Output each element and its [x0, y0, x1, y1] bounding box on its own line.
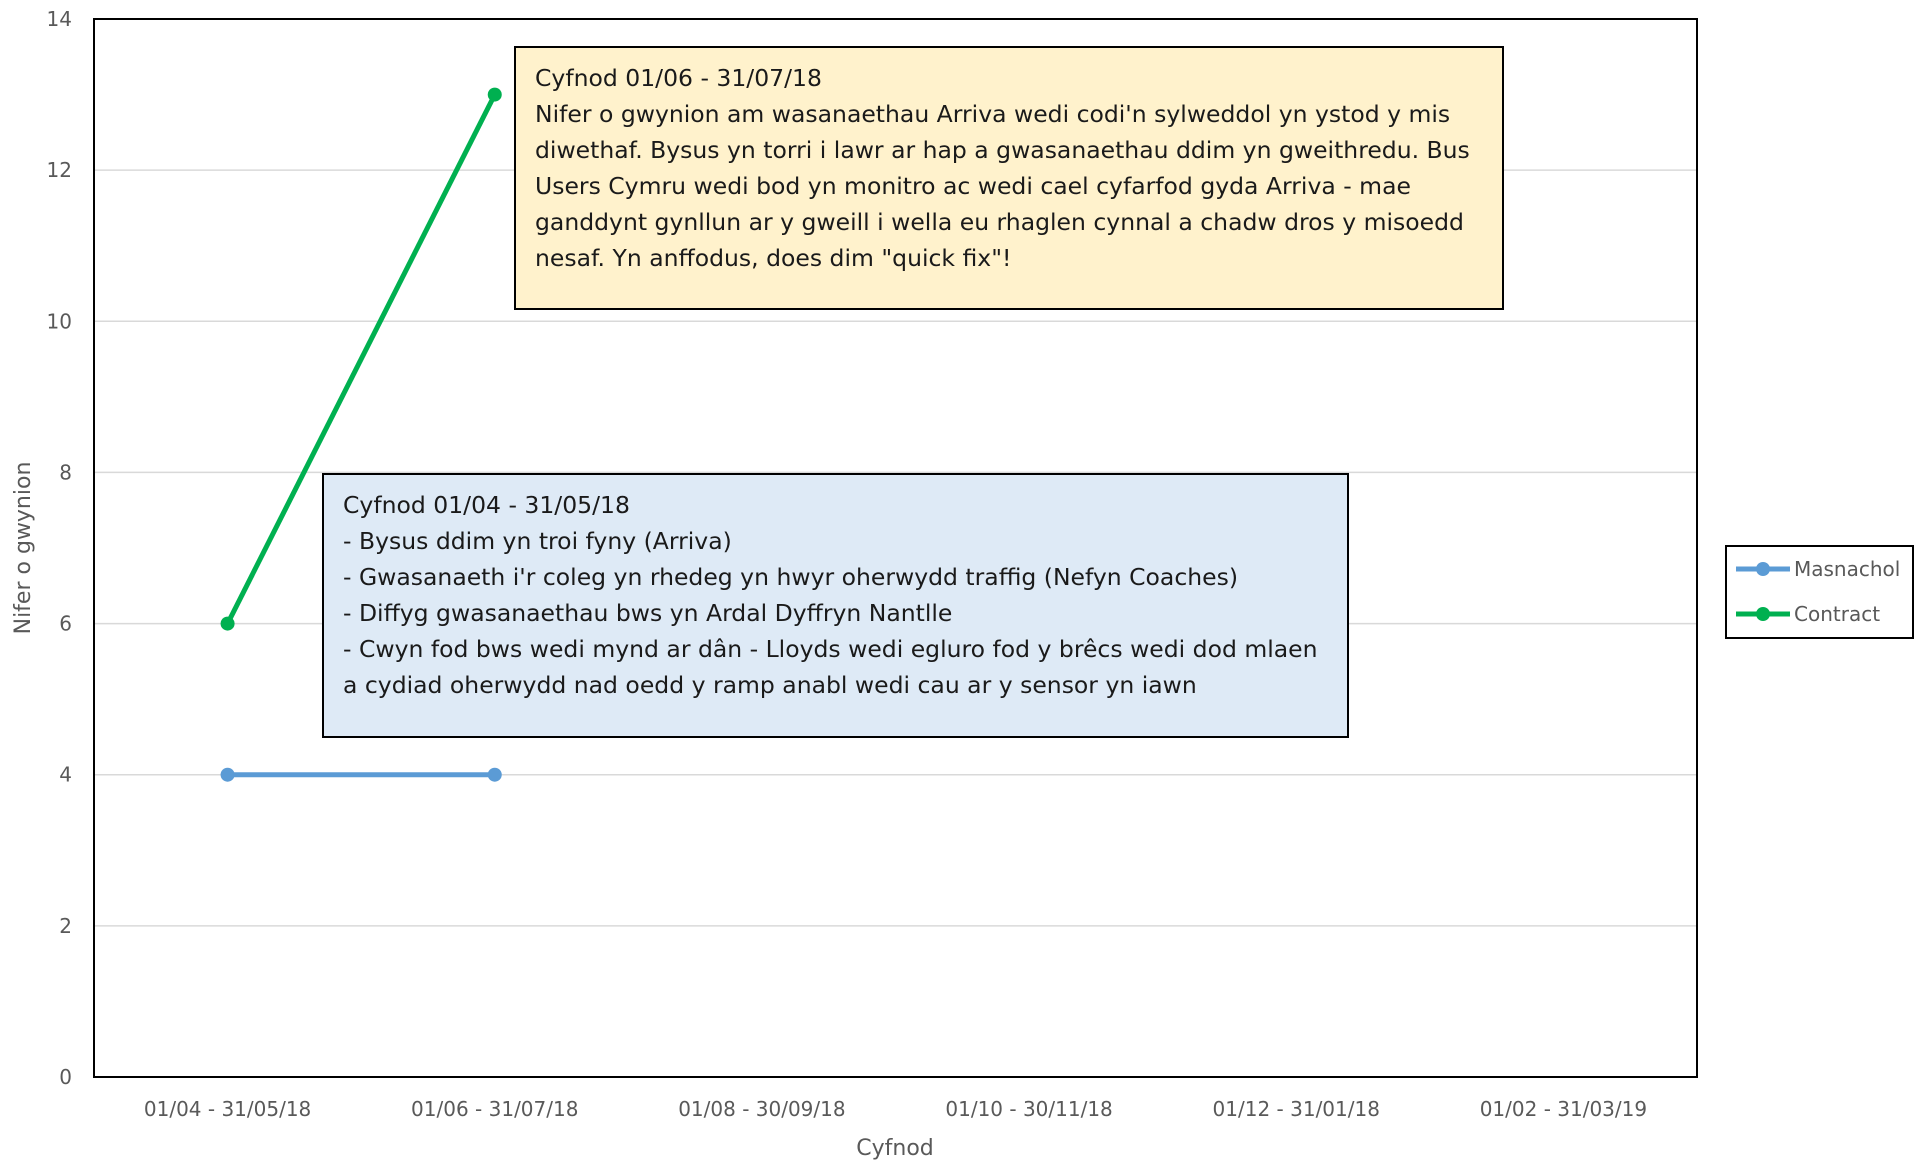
- y-tick-label: 6: [59, 612, 72, 636]
- annotation-line: nesaf. Yn anffodus, does dim "quick fix"…: [535, 244, 1012, 272]
- legend: Masnachol Contract: [1725, 545, 1914, 639]
- annotation-apr-may: Cyfnod 01/04 - 31/05/18 - Bysus ddim yn …: [322, 473, 1349, 738]
- annotation-line: a cydiad oherwydd nad oedd y ramp anabl …: [343, 671, 1197, 699]
- annotation-line: ganddynt gynllun ar y gweill i wella eu …: [535, 208, 1464, 236]
- y-tick-label: 8: [59, 460, 72, 484]
- y-tick-label: 0: [59, 1065, 72, 1089]
- annotation-jun-jul: Cyfnod 01/06 - 31/07/18 Nifer o gwynion …: [514, 46, 1504, 310]
- annotation-line: - Gwasanaeth i'r coleg yn rhedeg yn hwyr…: [343, 563, 1239, 591]
- annotation-line: - Cwyn fod bws wedi mynd ar dân - Lloyds…: [343, 635, 1318, 663]
- y-tick-label: 12: [47, 158, 72, 182]
- data-point-contract: [220, 616, 235, 631]
- annotation-line: Cyfnod 01/06 - 31/07/18: [535, 64, 822, 92]
- annotation-line: Users Cymru wedi bod yn monitro ac wedi …: [535, 172, 1411, 200]
- annotation-line: Nifer o gwynion am wasanaethau Arriva we…: [535, 100, 1451, 128]
- x-tick-label: 01/04 - 31/05/18: [144, 1097, 311, 1121]
- x-axis-ticks: 01/04 - 31/05/18 01/06 - 31/07/18 01/08 - …: [144, 1097, 1647, 1121]
- x-axis-title: Cyfnod: [856, 1136, 934, 1161]
- x-tick-label: 01/08 - 30/09/18: [678, 1097, 845, 1121]
- y-axis-ticks: 0 2 4 6 8 10 12 14: [47, 7, 72, 1089]
- data-point-masnachol: [487, 767, 502, 782]
- legend-label-contract: Contract: [1794, 602, 1880, 626]
- annotation-line: Cyfnod 01/04 - 31/05/18: [343, 491, 630, 519]
- annotation-line: diwethaf. Bysus yn torri i lawr ar hap a…: [535, 136, 1470, 164]
- y-tick-label: 14: [47, 7, 72, 31]
- y-tick-label: 4: [59, 763, 72, 787]
- x-tick-label: 01/02 - 31/03/19: [1480, 1097, 1647, 1121]
- x-tick-label: 01/10 - 30/11/18: [945, 1097, 1112, 1121]
- x-tick-label: 01/12 - 31/01/18: [1213, 1097, 1380, 1121]
- annotation-line: - Bysus ddim yn troi fyny (Arriva): [343, 527, 732, 555]
- y-tick-label: 10: [47, 309, 72, 333]
- legend-marker-masnachol: [1756, 562, 1770, 576]
- data-point-contract: [487, 87, 502, 102]
- data-point-masnachol: [220, 767, 235, 782]
- legend-marker-contract: [1756, 607, 1770, 621]
- legend-label-masnachol: Masnachol: [1794, 557, 1900, 581]
- x-tick-label: 01/06 - 31/07/18: [411, 1097, 578, 1121]
- annotation-line: - Diffyg gwasanaethau bws yn Ardal Dyffr…: [343, 599, 953, 627]
- y-tick-label: 2: [59, 914, 72, 938]
- y-axis-title: Nifer o gwynion: [11, 462, 36, 635]
